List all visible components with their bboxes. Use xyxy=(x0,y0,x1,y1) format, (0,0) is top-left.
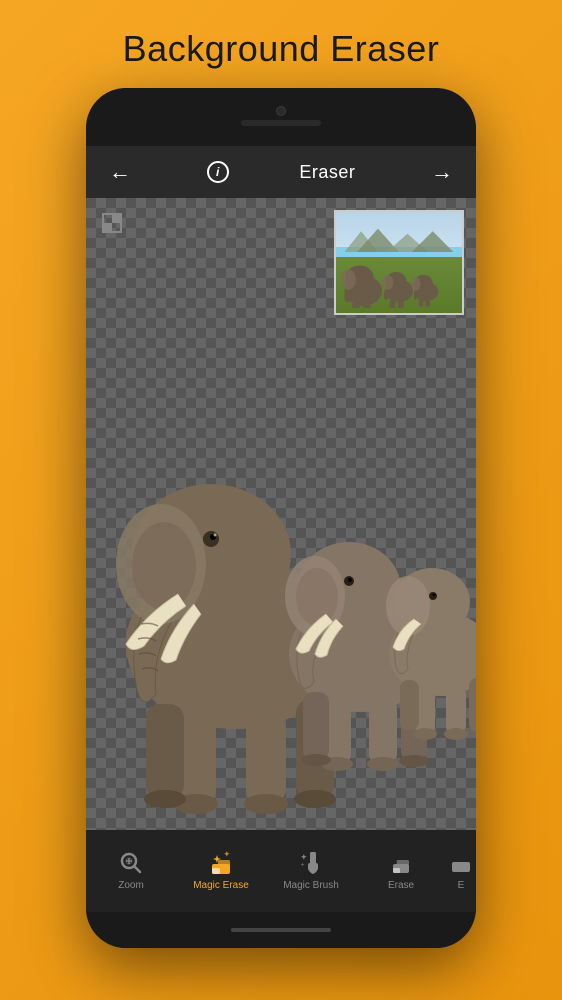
phone-bottom-bezel xyxy=(86,912,476,948)
erase-icon xyxy=(388,850,414,876)
zoom-icon xyxy=(118,850,144,876)
speaker xyxy=(241,120,321,126)
zoom-tab-label: Zoom xyxy=(118,880,144,892)
tab-erase[interactable]: Erase xyxy=(356,830,446,912)
home-indicator xyxy=(231,928,331,932)
thumbnail-preview xyxy=(334,210,464,315)
magic-erase-icon xyxy=(208,850,234,876)
app-header: ← i Eraser → xyxy=(86,146,476,198)
header-title: Eraser xyxy=(299,162,355,183)
tab-magic-brush[interactable]: Magic Brush xyxy=(266,830,356,912)
phone-top-bezel xyxy=(86,88,476,146)
magic-brush-icon xyxy=(298,850,324,876)
extra-icon xyxy=(448,850,474,876)
magic-brush-tab-label: Magic Brush xyxy=(283,880,339,892)
extra-tab-label: E xyxy=(458,880,465,892)
magic-erase-tab-label: Magic Erase xyxy=(193,880,249,892)
tab-magic-erase[interactable]: Magic Erase xyxy=(176,830,266,912)
info-button[interactable]: i xyxy=(207,161,229,183)
tab-zoom[interactable]: Zoom xyxy=(86,830,176,912)
erase-tab-label: Erase xyxy=(388,880,414,892)
canvas-area[interactable]: ↩ ↪ xyxy=(86,198,476,830)
phone-frame: ← i Eraser → xyxy=(86,88,476,948)
forward-button[interactable]: → xyxy=(426,159,458,185)
camera xyxy=(276,106,286,116)
tab-extra[interactable]: E xyxy=(446,830,476,912)
page-title: Background Eraser xyxy=(123,28,440,70)
tab-bar: Zoom Magic Erase xyxy=(86,830,476,912)
thumb-elephant-silhouettes xyxy=(336,242,462,308)
back-button[interactable]: ← xyxy=(104,159,136,185)
